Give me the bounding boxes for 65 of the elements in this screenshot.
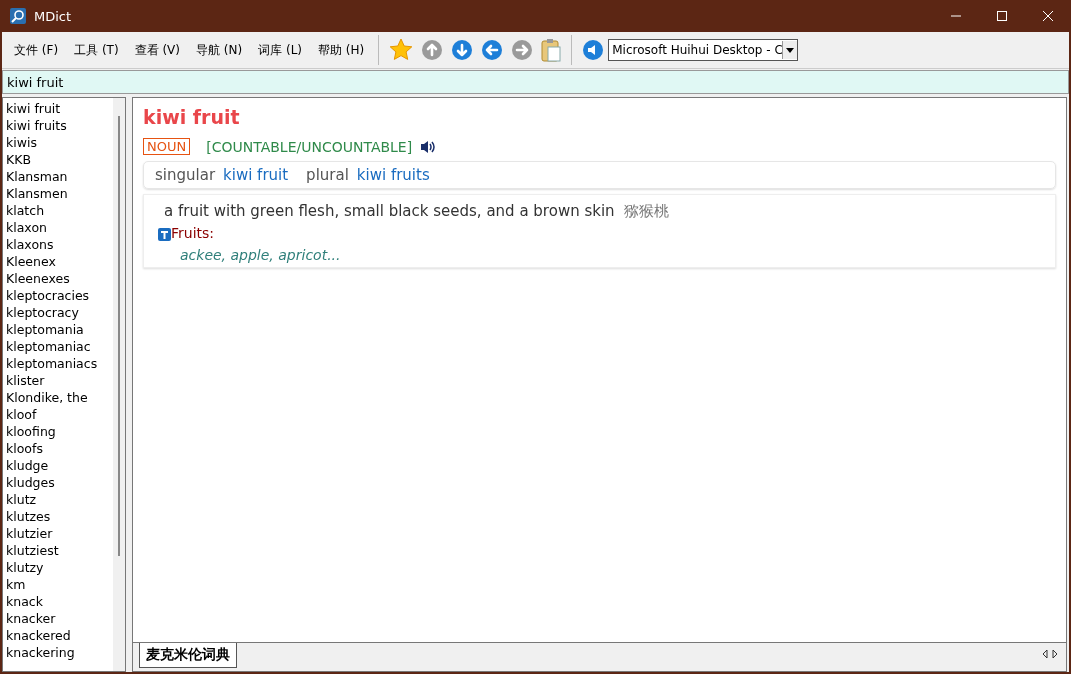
maximize-icon[interactable] (997, 11, 1007, 21)
list-item[interactable]: klaxon (6, 219, 113, 236)
list-item[interactable]: klatch (6, 202, 113, 219)
right-arrow-icon[interactable] (1052, 649, 1058, 659)
form-label: plural (306, 166, 349, 184)
list-item[interactable]: klutz (6, 491, 113, 508)
caret-icon[interactable] (786, 47, 795, 53)
menu-item[interactable]: 帮助 (H) (310, 41, 373, 59)
speaker-icon[interactable] (420, 139, 437, 154)
dictionary-tab[interactable]: 麦克米伦词典 (139, 643, 237, 668)
list-item[interactable]: kiwis (6, 134, 113, 151)
list-item[interactable]: kleptomaniacs (6, 355, 113, 372)
thesaurus-title: Fruits: (171, 225, 215, 241)
search-field[interactable]: kiwi fruit (2, 70, 1069, 94)
word-form-link[interactable]: kiwi fruit (223, 166, 289, 184)
menu-item[interactable]: 导航 (N) (188, 41, 251, 59)
clipboard-icon[interactable] (541, 38, 562, 62)
list-item[interactable]: kleptomania (6, 321, 113, 338)
list-item[interactable]: Klondike, the (6, 389, 113, 406)
list-item[interactable]: knack (6, 593, 113, 610)
list-item[interactable]: klaxons (6, 236, 113, 253)
list-item[interactable]: knacker (6, 610, 113, 627)
window-title: MDict (34, 8, 73, 24)
list-item[interactable]: km (6, 576, 113, 593)
close-icon[interactable] (1043, 11, 1053, 21)
list-item[interactable]: klutzier (6, 525, 113, 542)
menu-item[interactable]: 查看 (V) (126, 41, 188, 59)
list-item[interactable]: klutzy (6, 559, 113, 576)
list-item[interactable]: Kleenex (6, 253, 113, 270)
list-item[interactable]: klutziest (6, 542, 113, 559)
list-item[interactable]: Klansman (6, 168, 113, 185)
grammar-label: [COUNTABLE/UNCOUNTABLE] (206, 138, 413, 155)
voice-dropdown[interactable]: Microsoft Huihui Desktop - C (608, 39, 799, 61)
part-of-speech-label: NOUN (143, 138, 191, 155)
star-icon[interactable] (389, 38, 414, 62)
list-item[interactable]: kloofing (6, 423, 113, 440)
scrollbar[interactable] (113, 98, 125, 671)
app-icon (10, 8, 26, 24)
menu-item[interactable]: 词库 (L) (250, 41, 311, 59)
thesaurus-icon[interactable] (158, 228, 171, 241)
translation-text: 猕猴桃 (623, 202, 669, 220)
headword: kiwi fruit (143, 106, 241, 128)
list-item[interactable]: Kleenexes (6, 270, 113, 287)
list-item[interactable]: kloof (6, 406, 113, 423)
definition-text: a fruit with green flesh, small black seeds, and a brown skin (164, 202, 615, 220)
list-item[interactable]: kludges (6, 474, 113, 491)
word-form-link[interactable]: kiwi fruits (356, 166, 430, 184)
list-item[interactable]: knackered (6, 627, 113, 644)
thesaurus-words[interactable]: ackee, apple, apricot... (180, 247, 1045, 263)
list-item[interactable]: kleptocracies (6, 287, 113, 304)
list-item[interactable]: knackering (6, 644, 113, 661)
left-arrow-icon[interactable] (1042, 649, 1048, 659)
menu-item[interactable]: 文件 (F) (6, 41, 67, 59)
menu-item[interactable]: 工具 (T) (66, 41, 127, 59)
list-item[interactable]: KKB (6, 151, 113, 168)
list-item[interactable]: kiwi fruit (6, 100, 113, 117)
list-item[interactable]: klutzes (6, 508, 113, 525)
list-item[interactable]: Klansmen (6, 185, 113, 202)
list-item[interactable]: kludge (6, 457, 113, 474)
form-label: singular (155, 166, 216, 184)
list-item[interactable]: klister (6, 372, 113, 389)
list-item[interactable]: kloofs (6, 440, 113, 457)
list-item[interactable]: kiwi fruits (6, 117, 113, 134)
list-item[interactable]: kleptomaniac (6, 338, 113, 355)
list-item[interactable]: kleptocracy (6, 304, 113, 321)
